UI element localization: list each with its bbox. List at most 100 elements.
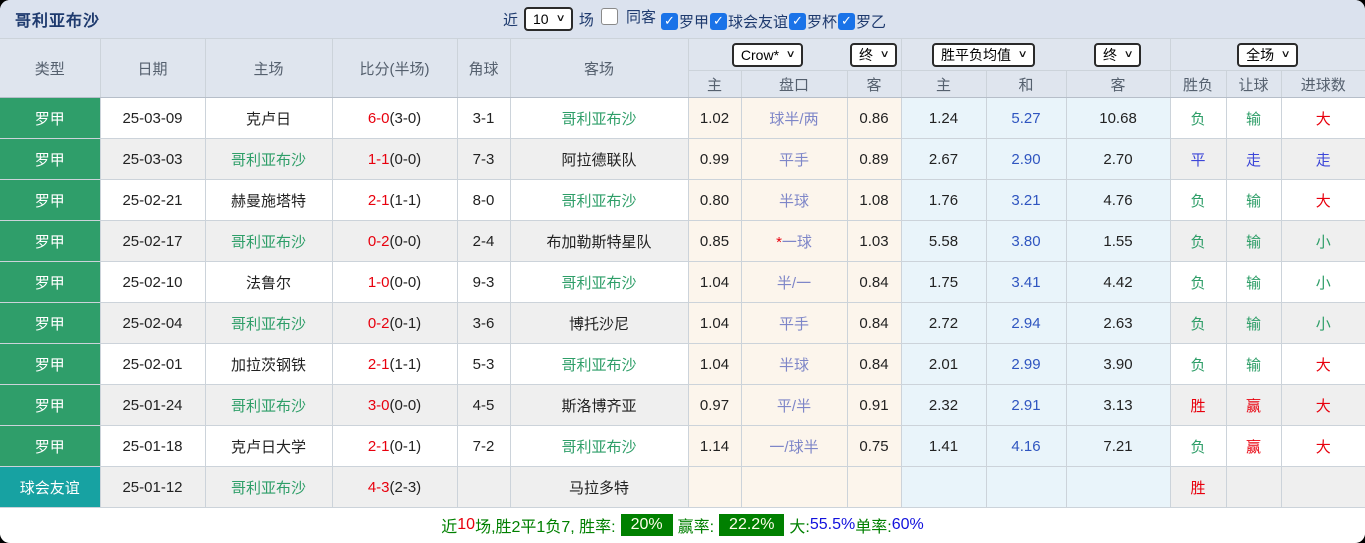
corners-cell: 4-5	[456, 384, 511, 426]
score-cell: 2-1(1-1)	[331, 343, 458, 385]
table-row: 罗甲 25-03-09 克卢日 6-0(3-0) 3-1 哥利亚布沙 1.02 球半/两 0.8…	[0, 97, 1365, 139]
footer-stat-text: 10	[457, 516, 476, 533]
table-row: 罗甲 25-02-10 法鲁尔 1-0(0-0) 9-3 哥利亚布沙 1.04 半/一 0.84…	[0, 261, 1365, 303]
odds-away-cell: 0.84	[846, 343, 902, 385]
sub-header-avg-draw: 和	[985, 70, 1067, 98]
footer-stat-text: 单率:	[855, 519, 892, 536]
stats-footer: 近 10 场,胜2平1负7, 胜率: 20% 赢率: 22.2% 大: 55.5% 单率: 60…	[0, 508, 1365, 542]
odds-time-select[interactable]: 终 ∨	[849, 42, 898, 67]
odds-home-cell: 0.80	[687, 179, 742, 221]
league-cell: 罗甲	[0, 425, 101, 467]
avg-away-cell: 3.90	[1065, 343, 1171, 385]
score-cell: 3-0(0-0)	[331, 384, 458, 426]
corners-cell: 9-3	[456, 261, 511, 303]
filter-item: ✓ 罗甲	[660, 11, 709, 32]
result-handicap-cell: 赢	[1225, 384, 1282, 426]
league-cell: 罗甲	[0, 97, 101, 139]
avg-home-cell: 2.01	[900, 343, 987, 385]
filter-item: 同客	[600, 6, 656, 27]
filter-label: 罗甲	[678, 13, 709, 31]
corners-cell: 7-2	[456, 425, 511, 467]
odds-company-select[interactable]: Crow* ∨	[731, 42, 804, 67]
sub-header-home-odds: 主	[688, 70, 742, 98]
result-handicap-cell: 输	[1225, 261, 1282, 303]
avg-odds-group: 胜平负均值 ∨ 终 ∨	[900, 38, 1171, 71]
score-cell: 4-3(2-3)	[331, 466, 458, 508]
avg-draw-cell: 4.16	[985, 425, 1067, 467]
result-handicap-cell	[1225, 466, 1282, 508]
handicap-cell: 一/球半	[740, 425, 848, 467]
away-team-cell: 斯洛博齐亚	[509, 384, 689, 426]
sub-header-goals: 进球数	[1280, 70, 1365, 98]
scope-select[interactable]: 全场 ∨	[1237, 42, 1299, 67]
header-date: 日期	[99, 38, 206, 98]
avg-away-cell: 4.42	[1065, 261, 1171, 303]
games-label: 场	[578, 11, 594, 29]
odds-home-cell: 1.04	[687, 302, 742, 344]
match-history-panel: 哥利亚布沙 近 10 ∨ 场 同客 ✓ 罗甲 ✓ 球会友谊 ✓ 罗杯 ✓ 罗乙 类型 日期	[0, 0, 1365, 543]
handicap-cell: 半/一	[740, 261, 848, 303]
sub-header-avg-home: 主	[900, 70, 987, 98]
avg-away-cell: 2.70	[1065, 138, 1171, 180]
result-wdl-cell: 负	[1169, 179, 1227, 221]
footer-stat-text: 场,胜2平1负7, 胜率:	[475, 519, 616, 536]
footer-stat-text: 55.5%	[809, 516, 856, 533]
sub-header-let: 让球	[1225, 70, 1282, 98]
table-row: 罗甲 25-02-01 加拉茨钢铁 2-1(1-1) 5-3 哥利亚布沙 1.04 半球 0.8…	[0, 343, 1365, 385]
odds-home-cell: 1.02	[687, 97, 742, 139]
odds-away-cell: 0.75	[846, 425, 902, 467]
date-cell: 25-02-01	[99, 343, 206, 385]
checkbox-unchecked-icon[interactable]	[600, 8, 618, 26]
odds-away-cell: 0.84	[846, 302, 902, 344]
table-row: 罗甲 25-01-18 克卢日大学 2-1(0-1) 7-2 哥利亚布沙 1.14 一/球半 0…	[0, 425, 1365, 467]
corners-cell: 2-4	[456, 220, 511, 262]
date-cell: 25-02-17	[99, 220, 206, 262]
date-cell: 25-03-09	[99, 97, 206, 139]
odds-home-cell: 0.85	[687, 220, 742, 262]
score-cell: 6-0(3-0)	[331, 97, 458, 139]
date-cell: 25-02-10	[99, 261, 206, 303]
score-cell: 0-2(0-1)	[331, 302, 458, 344]
table-row: 罗甲 25-02-21 赫曼施塔特 2-1(1-1) 8-0 哥利亚布沙 0.80 半球 1.0…	[0, 179, 1365, 221]
result-wdl-cell: 平	[1169, 138, 1227, 180]
result-goals-cell: 大	[1280, 384, 1365, 426]
avg-time-select[interactable]: 终 ∨	[1094, 42, 1142, 67]
result-wdl-cell: 负	[1169, 97, 1227, 139]
handicap-cell: 平手	[740, 138, 848, 180]
sub-header-avg-away: 客	[1065, 70, 1171, 98]
odds-away-cell: 1.08	[846, 179, 902, 221]
avg-draw-cell: 2.99	[985, 343, 1067, 385]
avg-odds-select[interactable]: 胜平负均值 ∨	[932, 42, 1036, 67]
checkbox-checked-icon[interactable]: ✓	[709, 12, 727, 30]
near-games-select[interactable]: 10 ∨	[524, 7, 573, 31]
odds-away-cell: 1.03	[846, 220, 902, 262]
league-cell: 罗甲	[0, 138, 101, 180]
corners-cell: 3-6	[456, 302, 511, 344]
odds-home-cell: 0.99	[687, 138, 742, 180]
table-row: 罗甲 25-02-04 哥利亚布沙 0-2(0-1) 3-6 博托沙尼 1.04 平手 0.84…	[0, 302, 1365, 344]
date-cell: 25-01-18	[99, 425, 206, 467]
table-row: 罗甲 25-01-24 哥利亚布沙 3-0(0-0) 4-5 斯洛博齐亚 0.97 平/半 0.…	[0, 384, 1365, 426]
avg-home-cell: 2.67	[900, 138, 987, 180]
checkbox-checked-icon[interactable]: ✓	[660, 12, 678, 30]
checkbox-checked-icon[interactable]: ✓	[788, 12, 806, 30]
avg-home-cell: 2.32	[900, 384, 987, 426]
table-row: 罗甲 25-03-03 哥利亚布沙 1-1(0-0) 7-3 阿拉德联队 0.99 平手 0.8…	[0, 138, 1365, 180]
home-team-cell: 哥利亚布沙	[204, 138, 333, 180]
avg-draw-cell: 2.94	[985, 302, 1067, 344]
avg-draw-cell: 2.90	[985, 138, 1067, 180]
header-league: 类型	[0, 38, 101, 98]
avg-home-cell: 1.24	[900, 97, 987, 139]
away-team-cell: 哥利亚布沙	[509, 179, 689, 221]
footer-stat-text: 60%	[891, 516, 924, 533]
date-cell: 25-01-24	[99, 384, 206, 426]
checkbox-checked-icon[interactable]: ✓	[838, 12, 855, 30]
away-team-cell: 哥利亚布沙	[509, 97, 689, 139]
sub-header-handicap: 盘口	[740, 70, 848, 98]
result-handicap-cell: 输	[1225, 220, 1282, 262]
handicap-cell	[740, 466, 848, 508]
odds-away-cell	[846, 466, 902, 508]
date-cell: 25-02-21	[99, 179, 206, 221]
odds-company-group: Crow* ∨ 终 ∨	[687, 38, 902, 71]
filter-item: ✓ 罗乙	[837, 11, 886, 32]
